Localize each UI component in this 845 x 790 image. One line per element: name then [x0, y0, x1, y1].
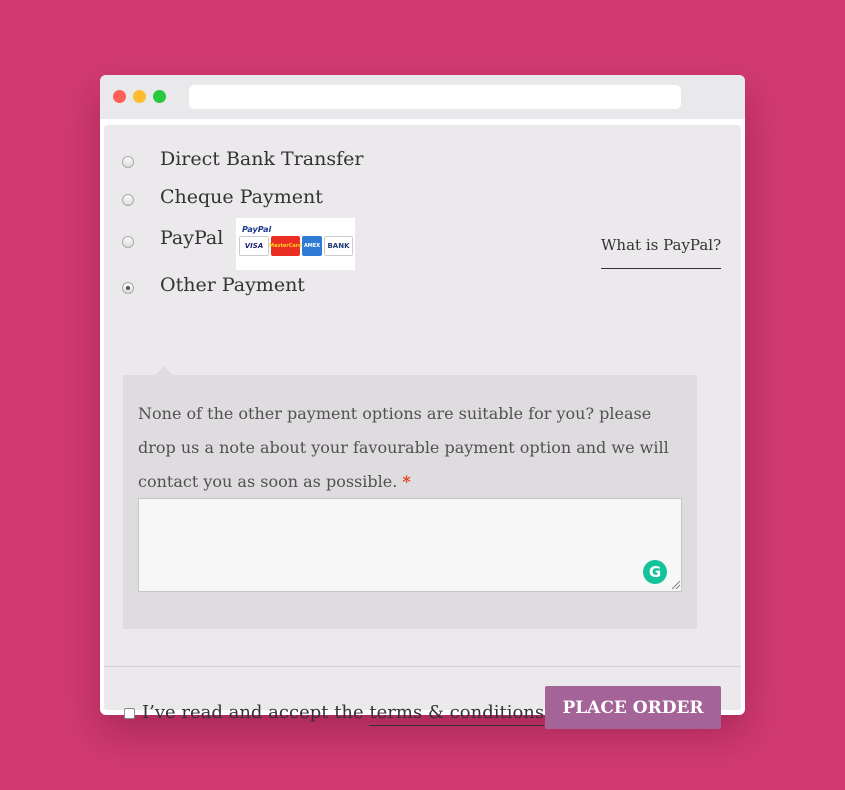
minimize-window-icon[interactable]: [133, 90, 146, 103]
cheque-label[interactable]: Cheque Payment: [160, 186, 323, 208]
required-marker: *: [402, 472, 411, 491]
terms-text: I’ve read and accept the terms & conditi…: [142, 702, 545, 726]
place-order-button[interactable]: Place order: [545, 686, 721, 729]
other-payment-box: None of the other payment options are su…: [123, 366, 697, 629]
payment-note-textarea[interactable]: [138, 498, 682, 592]
terms-prefix: I’ve read and accept the: [142, 702, 364, 723]
what-is-paypal-link[interactable]: What is PayPal?: [601, 236, 722, 269]
close-window-icon[interactable]: [113, 90, 126, 103]
bank-icon: BANK: [324, 236, 353, 256]
payment-method-cheque[interactable]: Cheque Payment: [104, 185, 741, 215]
bank-transfer-label[interactable]: Direct Bank Transfer: [160, 148, 363, 170]
checkout-payment-section: Direct Bank Transfer Cheque Payment PayP…: [104, 125, 741, 729]
payment-method-bank-transfer[interactable]: Direct Bank Transfer: [104, 147, 741, 177]
paypal-radio[interactable]: [122, 236, 134, 248]
visa-card-icon: VISA: [239, 236, 269, 256]
paypal-label[interactable]: PayPal: [160, 227, 223, 249]
maximize-window-icon[interactable]: [153, 90, 166, 103]
amex-card-icon: AMEX: [302, 236, 322, 256]
paypal-acceptance-logo: PayPal VISA MasterCard AMEX BANK: [236, 218, 355, 270]
title-bar: [100, 75, 745, 119]
grammarly-icon[interactable]: G: [643, 560, 667, 584]
mastercard-icon: MasterCard: [269, 236, 302, 256]
other-payment-label[interactable]: Other Payment: [160, 274, 305, 296]
other-payment-description: None of the other payment options are su…: [138, 397, 688, 499]
bank-transfer-radio[interactable]: [122, 156, 134, 168]
cheque-radio[interactable]: [122, 194, 134, 206]
other-payment-radio[interactable]: [122, 282, 134, 294]
payment-method-other[interactable]: Other Payment: [104, 273, 741, 303]
textarea-resize-handle[interactable]: [672, 581, 680, 589]
address-bar[interactable]: [189, 85, 681, 109]
terms-conditions-link[interactable]: terms & conditions: [369, 702, 545, 726]
terms-checkbox[interactable]: [124, 708, 135, 719]
section-divider: [104, 666, 741, 667]
paypal-logo-text: PayPal: [242, 225, 272, 234]
browser-window: Direct Bank Transfer Cheque Payment PayP…: [100, 75, 745, 729]
